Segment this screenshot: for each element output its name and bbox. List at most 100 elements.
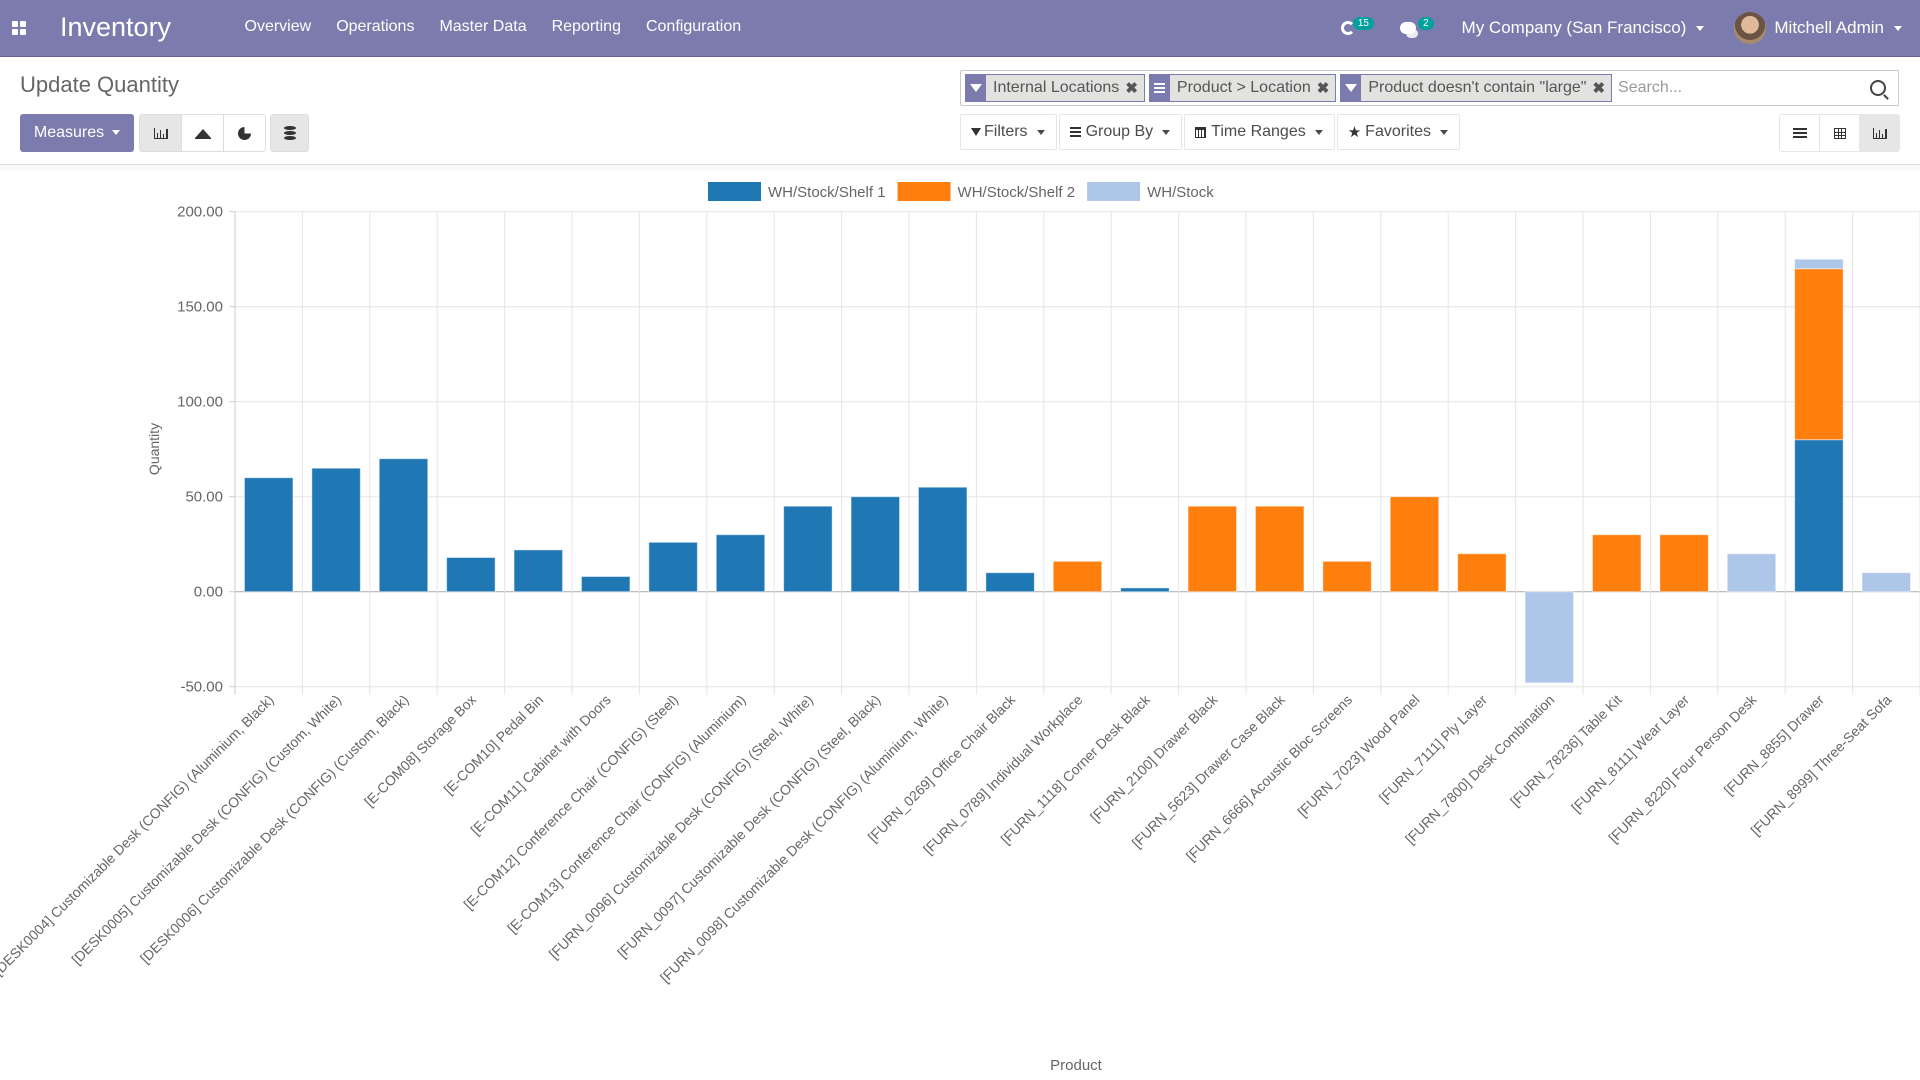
page-title: Update Quantity — [20, 72, 179, 97]
remove-facet-icon[interactable]: ✖ — [1592, 79, 1605, 97]
bar-wh-stock-shelf-1-7[interactable] — [715, 534, 766, 593]
chart-legend: WH/Stock/Shelf 1 WH/Stock/Shelf 2 WH/Stock — [708, 182, 1214, 201]
bar-wh-stock-shelf-2-21[interactable] — [1659, 534, 1709, 593]
user-menu[interactable]: Mitchell Admin — [1734, 12, 1902, 44]
filters-label: Filters — [984, 123, 1028, 140]
bar-wh-stock-shelf-2-17[interactable] — [1389, 496, 1440, 593]
bar-wh-stock-shelf-1-9[interactable] — [850, 496, 901, 593]
x-tick-label: [FURN_8220] Four Person Desk — [1605, 691, 1760, 846]
favorites-dropdown[interactable]: ★ Favorites — [1336, 114, 1460, 150]
graph-view-button[interactable] — [1860, 115, 1899, 151]
legend-swatch[interactable] — [1087, 182, 1141, 201]
line-chart-button[interactable] — [182, 115, 224, 151]
y-tick-label: 150.00 — [177, 299, 223, 316]
measures-button[interactable]: Measures — [20, 114, 134, 152]
bar-wh-stock-24[interactable] — [1861, 572, 1912, 593]
facet-group-by: Product > Location ✖ — [1148, 74, 1337, 102]
y-axis: 200.00 150.00 100.00 50.00 0.00 -50.00 — [177, 204, 235, 696]
bar-wh-stock-shelf-1-23[interactable] — [1794, 439, 1844, 593]
x-tick-label: [DESK0004] Customizable Desk (CONFIG) (A… — [0, 692, 277, 979]
menu-master-data[interactable]: Master Data — [427, 18, 539, 36]
facet-internal-locations: Internal Locations ✖ — [965, 74, 1145, 102]
search-bar: Internal Locations ✖ Product > Location … — [960, 70, 1899, 106]
bar-wh-stock-shelf-1-5[interactable] — [580, 576, 631, 593]
legend-label[interactable]: WH/Stock/Shelf 2 — [958, 184, 1076, 201]
bar-wh-stock-shelf-1-1[interactable] — [311, 467, 361, 593]
search-options: Filters Group By Time Ranges ★ Favorites — [960, 114, 1462, 150]
messages-badge: 2 — [1417, 16, 1434, 30]
time-ranges-label: Time Ranges — [1211, 123, 1306, 140]
bar-wh-stock-22[interactable] — [1726, 553, 1777, 593]
facet-product-filter: Product doesn't contain "large" ✖ — [1340, 74, 1613, 102]
bar-wh-stock-shelf-1-2[interactable] — [378, 458, 429, 593]
bar-wh-stock-shelf-2-12[interactable] — [1052, 560, 1103, 593]
bar-wh-stock-shelf-1-0[interactable] — [243, 477, 294, 593]
group-by-dropdown[interactable]: Group By — [1058, 114, 1183, 150]
app-name[interactable]: Inventory — [60, 12, 171, 43]
menu-reporting[interactable]: Reporting — [539, 18, 633, 36]
view-switcher — [1779, 114, 1900, 152]
bar-wh-stock-shelf-2-16[interactable] — [1322, 560, 1372, 593]
menu-overview[interactable]: Overview — [232, 18, 324, 36]
facet-label: Internal Locations — [993, 79, 1120, 96]
filters-dropdown[interactable]: Filters — [960, 114, 1057, 150]
bar-wh-stock-shelf-2-18[interactable] — [1457, 553, 1507, 593]
caret-down-icon — [1036, 129, 1045, 135]
x-tick-label: [DESK0005] Customizable Desk (CONFIG) (C… — [68, 692, 344, 968]
bar-chart-button[interactable] — [140, 115, 182, 151]
search-input[interactable] — [1616, 78, 1870, 98]
chart-bars — [243, 258, 1912, 684]
main-menu: Overview Operations Master Data Reportin… — [232, 18, 754, 36]
group-by-icon — [1149, 75, 1170, 101]
y-tick-label: 0.00 — [194, 584, 223, 601]
bar-wh-stock-shelf-1-6[interactable] — [648, 541, 698, 593]
time-ranges-dropdown[interactable]: Time Ranges — [1184, 114, 1335, 150]
area-chart-icon — [194, 127, 211, 139]
x-tick-label: [FURN_78236] Table Kit — [1507, 691, 1625, 809]
legend-label[interactable]: WH/Stock/Shelf 1 — [768, 184, 886, 201]
remove-facet-icon[interactable]: ✖ — [1125, 79, 1138, 97]
stacked-button[interactable] — [271, 115, 308, 151]
bar-wh-stock-19[interactable] — [1524, 591, 1575, 684]
bar-wh-stock-23[interactable] — [1794, 258, 1844, 270]
legend-swatch[interactable] — [708, 182, 761, 201]
star-icon: ★ — [1347, 124, 1362, 141]
legend-swatch[interactable] — [897, 182, 951, 201]
pivot-view-button[interactable] — [1820, 115, 1860, 151]
bar-wh-stock-shelf-1-4[interactable] — [513, 549, 564, 593]
search-icon[interactable] — [1870, 80, 1886, 96]
y-tick-label: 100.00 — [177, 394, 223, 411]
facet-label: Product doesn't contain "large" — [1368, 79, 1587, 96]
pie-chart-icon — [238, 126, 251, 140]
x-tick-label: [FURN_0269] Office Chair Black — [865, 691, 1019, 845]
filter-icon — [1341, 75, 1362, 101]
bar-wh-stock-shelf-2-23[interactable] — [1794, 268, 1844, 441]
company-switcher[interactable]: My Company (San Francisco) — [1462, 18, 1705, 38]
x-tick-label: [FURN_0097] Customizable Desk (CONFIG) (… — [614, 692, 883, 961]
bar-wh-stock-shelf-1-8[interactable] — [783, 505, 833, 593]
bar-wh-stock-shelf-2-20[interactable] — [1591, 534, 1642, 593]
messages-button[interactable]: 2 — [1399, 16, 1434, 38]
x-tick-label: [E-COM13] Conference Chair (CONFIG) (Alu… — [504, 692, 749, 937]
apps-menu-icon[interactable] — [12, 21, 26, 35]
activity-badge: 15 — [1352, 16, 1374, 30]
bar-wh-stock-shelf-1-10[interactable] — [917, 486, 968, 593]
menu-operations[interactable]: Operations — [324, 18, 427, 36]
list-view-button[interactable] — [1780, 115, 1820, 151]
bar-wh-stock-shelf-1-11[interactable] — [985, 572, 1035, 593]
legend-label[interactable]: WH/Stock — [1147, 184, 1214, 201]
x-tick-label: [FURN_7800] Desk Combination — [1402, 692, 1557, 847]
menu-configuration[interactable]: Configuration — [633, 18, 753, 36]
activity-button[interactable]: 15 — [1340, 16, 1374, 35]
bar-wh-stock-shelf-1-3[interactable] — [446, 557, 496, 593]
pie-chart-button[interactable] — [224, 115, 265, 151]
bar-wh-stock-shelf-1-13[interactable] — [1120, 587, 1170, 593]
filter-icon — [971, 128, 981, 136]
remove-facet-icon[interactable]: ✖ — [1317, 79, 1330, 97]
favorites-label: Favorites — [1365, 123, 1431, 140]
calendar-icon — [1195, 126, 1207, 138]
bar-wh-stock-shelf-2-15[interactable] — [1254, 505, 1305, 593]
caret-down-icon — [1696, 25, 1705, 31]
bar-wh-stock-shelf-2-14[interactable] — [1187, 505, 1238, 593]
y-tick-label: -50.00 — [180, 679, 223, 696]
